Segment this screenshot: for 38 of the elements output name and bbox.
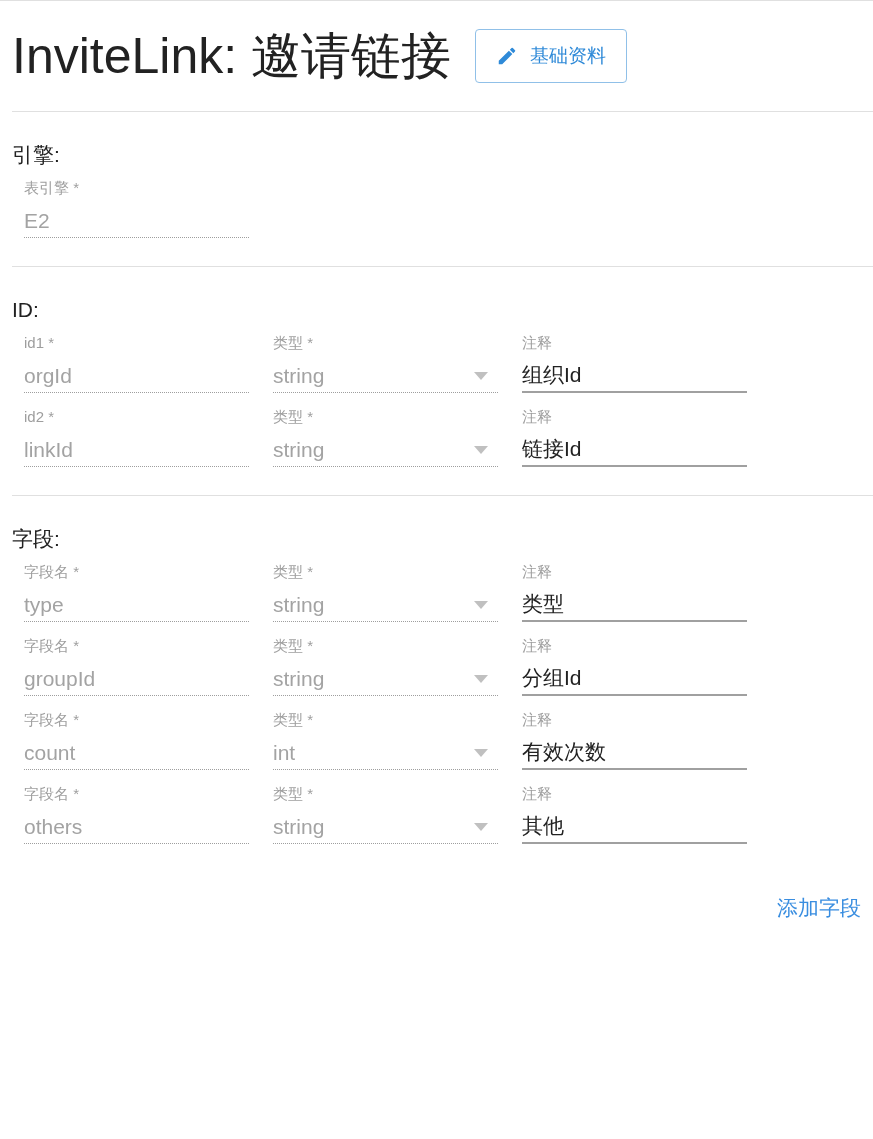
field-label: 类型 * (273, 784, 313, 804)
field-label: 字段名 * (24, 636, 79, 656)
field-label: 类型 * (273, 562, 313, 582)
field-label: 类型 * (273, 407, 313, 427)
field-label: 字段名 * (24, 562, 79, 582)
input-field[interactable]: 其他 (522, 810, 747, 844)
section-heading: 引擎: (12, 142, 60, 168)
field-label: id1 * (24, 333, 55, 353)
field-label: 注释 (522, 636, 552, 656)
input-field[interactable]: 类型 (522, 588, 747, 622)
field-label: 类型 * (273, 636, 313, 656)
dropdown-caret-icon (474, 371, 488, 380)
section-heading: ID: (12, 297, 39, 323)
page-title: InviteLink: 邀请链接 (12, 27, 451, 86)
input-field[interactable]: 分组Id (522, 662, 747, 696)
field-label: id2 * (24, 407, 55, 427)
field-label: 类型 * (273, 333, 313, 353)
field-label: 字段名 * (24, 784, 79, 804)
field-label: 注释 (522, 407, 552, 427)
dropdown-caret-icon (474, 822, 488, 831)
dropdown-caret-icon (474, 445, 488, 454)
field-label: 注释 (522, 333, 552, 353)
dropdown-caret-icon (474, 674, 488, 683)
input-field[interactable]: 有效次数 (522, 736, 747, 770)
dropdown-caret-icon (474, 748, 488, 757)
add-field-link[interactable]: 添加字段 (777, 892, 861, 924)
pencil-icon (496, 45, 518, 67)
input-field[interactable]: 组织Id (522, 359, 747, 393)
field-label: 类型 * (273, 710, 313, 730)
field-label: 注释 (522, 784, 552, 804)
field-label: 表引擎 * (24, 178, 79, 198)
input-field[interactable]: 链接Id (522, 433, 747, 467)
field-label: 注释 (522, 562, 552, 582)
section-heading: 字段: (12, 526, 60, 552)
dropdown-caret-icon (474, 600, 488, 609)
field-label: 字段名 * (24, 710, 79, 730)
field-label: 注释 (522, 710, 552, 730)
edit-button[interactable]: 基础资料 (475, 29, 627, 83)
